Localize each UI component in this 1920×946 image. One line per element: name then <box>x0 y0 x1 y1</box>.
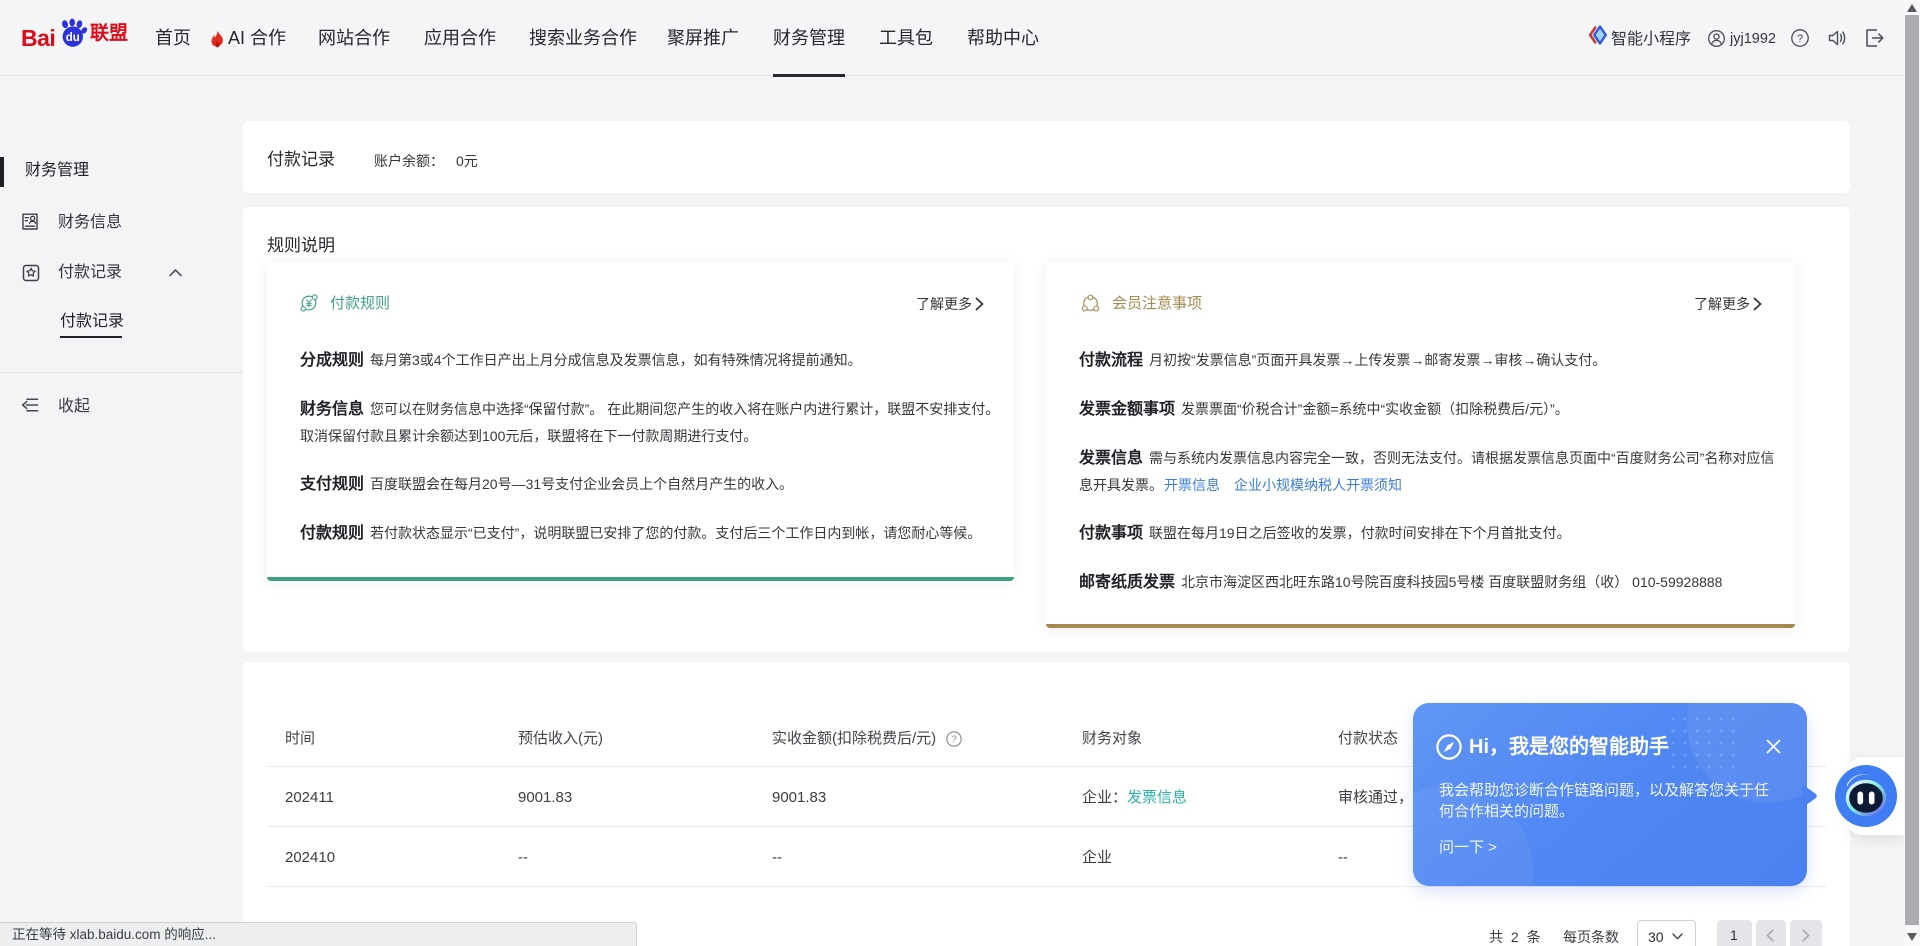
svg-text:du: du <box>66 32 80 44</box>
svg-text:?: ? <box>951 735 957 746</box>
svg-text:?: ? <box>1797 33 1803 45</box>
